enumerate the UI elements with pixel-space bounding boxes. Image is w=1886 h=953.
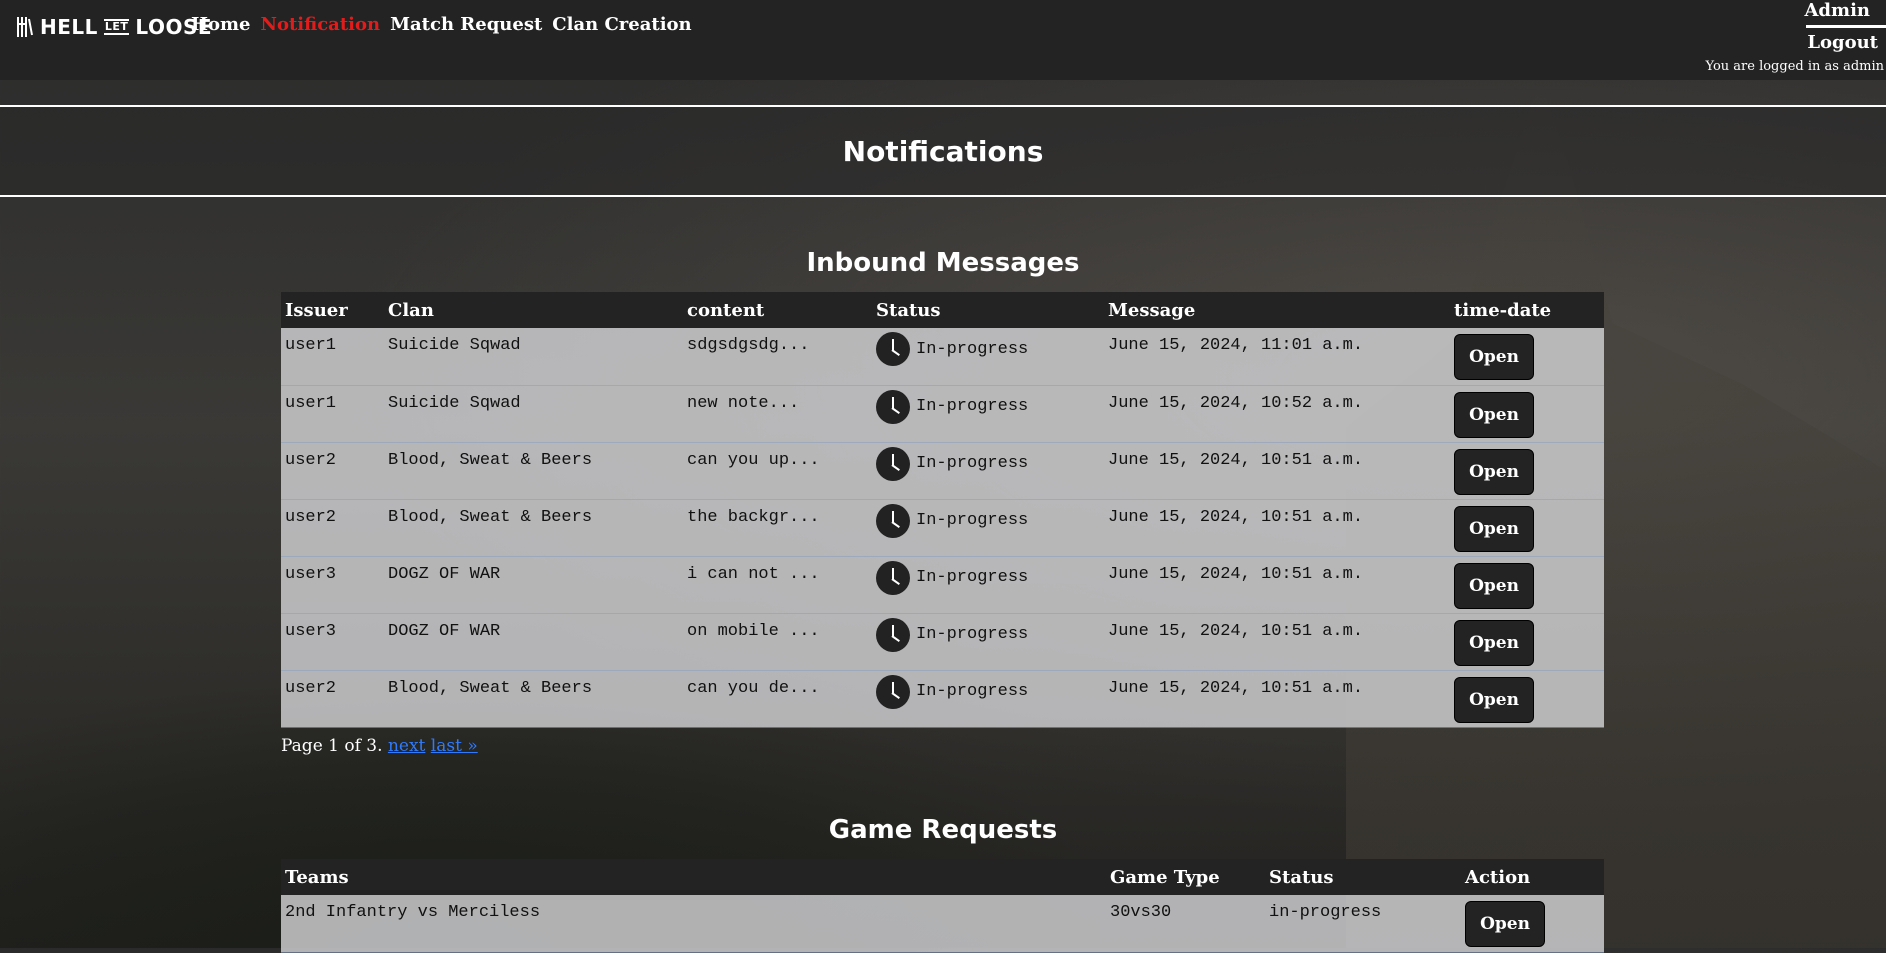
table-row: user2 Blood, Sweat & Beers can you up...…	[281, 442, 1604, 499]
open-button[interactable]: Open	[1465, 901, 1545, 947]
clock-icon	[876, 561, 910, 595]
column-time-date: time-date	[1450, 292, 1604, 328]
message-cell: June 15, 2024, 10:51 a.m.	[1104, 556, 1450, 613]
table-row: user3 DOGZ OF WAR i can not ... In-progr…	[281, 556, 1604, 613]
table-header-row: Teams Game Type Status Action	[281, 859, 1604, 895]
pagination: Page 1 of 3. next last »	[281, 736, 478, 756]
status-label: In-progress	[916, 454, 1028, 473]
inbound-heading: Inbound Messages	[0, 248, 1886, 278]
open-button[interactable]: Open	[1454, 677, 1534, 723]
issuer-cell: user2	[281, 670, 384, 727]
message-cell: June 15, 2024, 10:51 a.m.	[1104, 499, 1450, 556]
navbar: HELL LET LOOSE Home Notification Match R…	[0, 0, 1886, 80]
status-label: In-progress	[916, 682, 1028, 701]
column-status: Status	[872, 292, 1104, 328]
content-cell: the backgr...	[683, 499, 872, 556]
next-page-link[interactable]: next	[388, 736, 425, 756]
column-teams: Teams	[281, 859, 1106, 895]
last-page-link[interactable]: last »	[431, 736, 478, 756]
table-row: user2 Blood, Sweat & Beers can you de...…	[281, 670, 1604, 727]
clan-cell: DOGZ OF WAR	[384, 556, 683, 613]
open-button[interactable]: Open	[1454, 563, 1534, 609]
issuer-cell: user3	[281, 613, 384, 670]
column-game-type: Game Type	[1106, 859, 1265, 895]
user-name[interactable]: Admin	[1706, 0, 1886, 21]
login-status: You are logged in as admin	[1706, 59, 1886, 74]
nav-notification[interactable]: Notification	[261, 14, 381, 35]
message-cell: June 15, 2024, 10:51 a.m.	[1104, 670, 1450, 727]
game-requests-heading: Game Requests	[0, 815, 1886, 845]
issuer-cell: user2	[281, 442, 384, 499]
clock-icon	[876, 618, 910, 652]
table-row: 2nd Infantry vs Merciless 30vs30 in-prog…	[281, 895, 1604, 952]
open-button[interactable]: Open	[1454, 449, 1534, 495]
column-action: Action	[1461, 859, 1604, 895]
clock-icon	[876, 675, 910, 709]
page-header: Notifications	[0, 105, 1886, 197]
status-label: In-progress	[916, 397, 1028, 416]
issuer-cell: user2	[281, 499, 384, 556]
status-label: In-progress	[916, 625, 1028, 644]
content-cell: new note...	[683, 385, 872, 442]
game-type-cell: 30vs30	[1106, 895, 1265, 952]
page-title: Notifications	[843, 135, 1044, 168]
content-cell: can you de...	[683, 670, 872, 727]
logo-word-let: LET	[104, 19, 130, 35]
page-indicator: Page 1 of 3.	[281, 736, 383, 756]
issuer-cell: user1	[281, 328, 384, 385]
column-content: content	[683, 292, 872, 328]
clan-cell: Blood, Sweat & Beers	[384, 670, 683, 727]
column-issuer: Issuer	[281, 292, 384, 328]
status-label: In-progress	[916, 340, 1028, 359]
nav-clan-creation[interactable]: Clan Creation	[552, 14, 691, 35]
clan-cell: Blood, Sweat & Beers	[384, 499, 683, 556]
table-row: user1 Suicide Sqwad new note... In-progr…	[281, 385, 1604, 442]
content-cell: i can not ...	[683, 556, 872, 613]
clan-cell: DOGZ OF WAR	[384, 613, 683, 670]
user-menu: Admin Logout You are logged in as admin	[1706, 0, 1886, 74]
logo-mark-icon	[16, 16, 34, 38]
table-row: user1 Suicide Sqwad sdgsdgsdg... In-prog…	[281, 328, 1604, 385]
clock-icon	[876, 390, 910, 424]
message-cell: June 15, 2024, 11:01 a.m.	[1104, 328, 1450, 385]
open-button[interactable]: Open	[1454, 392, 1534, 438]
clan-cell: Suicide Sqwad	[384, 385, 683, 442]
column-status: Status	[1265, 859, 1461, 895]
clan-cell: Blood, Sweat & Beers	[384, 442, 683, 499]
clock-icon	[876, 332, 910, 366]
logout-link[interactable]: Logout	[1706, 32, 1886, 53]
status-label: In-progress	[916, 511, 1028, 530]
message-cell: June 15, 2024, 10:52 a.m.	[1104, 385, 1450, 442]
message-cell: June 15, 2024, 10:51 a.m.	[1104, 613, 1450, 670]
logo-word-hell: HELL	[40, 15, 98, 39]
message-cell: June 15, 2024, 10:51 a.m.	[1104, 442, 1450, 499]
content-cell: on mobile ...	[683, 613, 872, 670]
open-button[interactable]: Open	[1454, 620, 1534, 666]
nav-links: Home Notification Match Request Clan Cre…	[191, 14, 692, 35]
open-button[interactable]: Open	[1454, 506, 1534, 552]
nav-home[interactable]: Home	[191, 14, 251, 35]
issuer-cell: user3	[281, 556, 384, 613]
table-row: user3 DOGZ OF WAR on mobile ... In-progr…	[281, 613, 1604, 670]
column-clan: Clan	[384, 292, 683, 328]
content-cell: sdgsdgsdg...	[683, 328, 872, 385]
clock-icon	[876, 504, 910, 538]
table-row: user2 Blood, Sweat & Beers the backgr...…	[281, 499, 1604, 556]
table-header-row: Issuer Clan content Status Message time-…	[281, 292, 1604, 328]
user-divider	[1806, 25, 1886, 28]
nav-match-request[interactable]: Match Request	[390, 14, 542, 35]
site-logo[interactable]: HELL LET LOOSE	[16, 14, 212, 40]
game-requests-table: Teams Game Type Status Action 2nd Infant…	[281, 859, 1604, 953]
clock-icon	[876, 447, 910, 481]
status-cell: in-progress	[1265, 895, 1461, 952]
status-label: In-progress	[916, 568, 1028, 587]
teams-cell: 2nd Infantry vs Merciless	[281, 895, 1106, 952]
inbound-table: Issuer Clan content Status Message time-…	[281, 292, 1604, 728]
clan-cell: Suicide Sqwad	[384, 328, 683, 385]
column-message: Message	[1104, 292, 1450, 328]
issuer-cell: user1	[281, 385, 384, 442]
content-cell: can you up...	[683, 442, 872, 499]
open-button[interactable]: Open	[1454, 334, 1534, 380]
